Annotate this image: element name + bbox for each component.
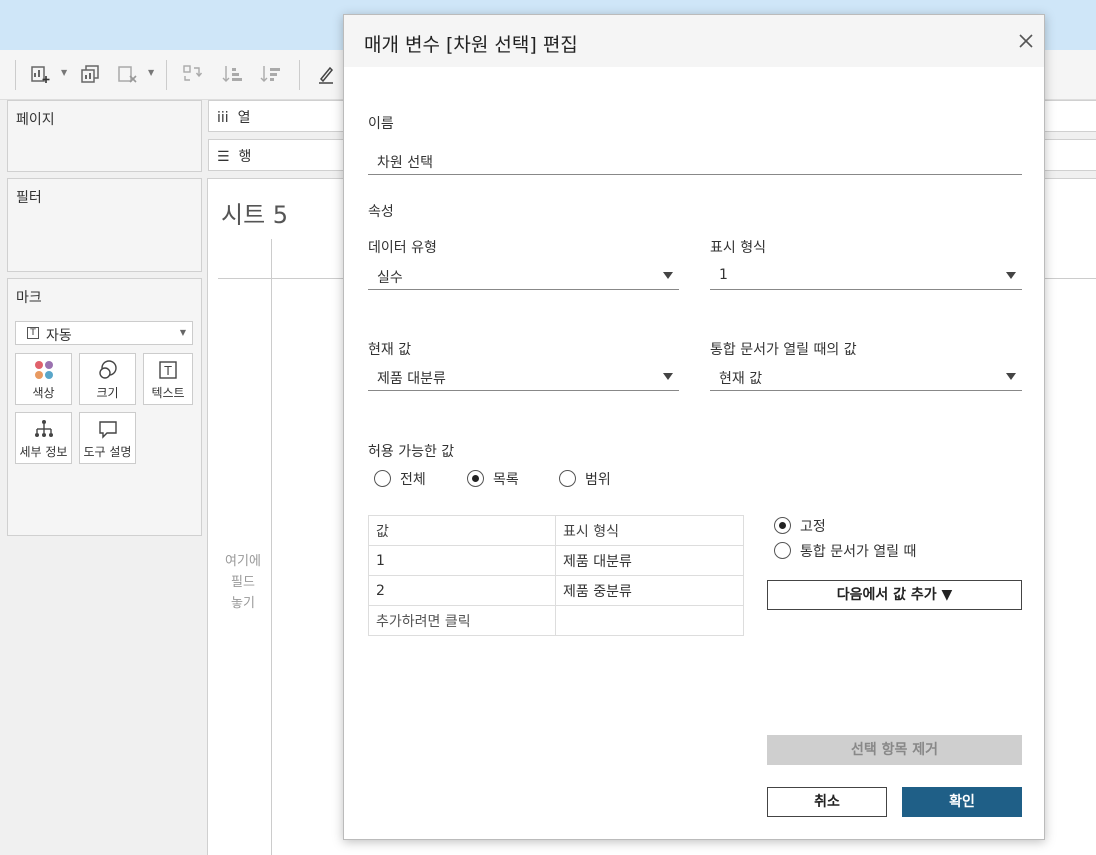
mark-card-label: 크기 [96, 386, 119, 400]
add-values-from-button[interactable]: 다음에서 값 추가 ▼ [767, 580, 1022, 610]
toolbar-separator [299, 60, 300, 90]
text-icon: T [27, 327, 39, 339]
on-open-value-select[interactable]: 현재 값 [710, 363, 1022, 391]
add-value-cell[interactable]: 추가하려면 클릭 [368, 605, 556, 636]
filters-panel[interactable]: 필터 [7, 178, 202, 272]
duplicate-icon[interactable] [78, 63, 102, 87]
current-value-label: 현재 값 [368, 342, 412, 358]
radio-label: 목록 [493, 472, 519, 488]
radio-circle-selected [774, 517, 791, 534]
mark-card-tooltip[interactable]: 도구 설명 [79, 412, 136, 464]
filters-panel-title: 필터 [16, 190, 42, 206]
mark-type-select[interactable]: T 자동 ▼ [15, 321, 193, 345]
on-open-value-value: 현재 값 [719, 371, 763, 387]
pages-panel-title: 페이지 [16, 112, 55, 128]
remove-selected-button[interactable]: 선택 항목 제거 [767, 735, 1022, 765]
display-format-select[interactable]: 1 [710, 262, 1022, 290]
marks-panel-title: 마크 [16, 290, 42, 306]
mark-type-value: 자동 [46, 328, 72, 344]
radio-label: 통합 문서가 열릴 때 [800, 544, 917, 560]
properties-label: 속성 [368, 204, 394, 220]
sort-descending-icon[interactable] [258, 63, 282, 87]
data-type-value: 실수 [377, 270, 403, 286]
swap-icon[interactable] [180, 63, 204, 87]
mark-card-label: 세부 정보 [19, 445, 68, 459]
table-cell-value[interactable]: 1 [368, 545, 556, 576]
mark-card-text[interactable]: T 텍스트 [143, 353, 193, 405]
text-icon: T [144, 359, 192, 381]
mark-card-label: 텍스트 [151, 386, 185, 400]
chevron-down-icon[interactable]: ▼ [148, 68, 154, 77]
current-value-select[interactable]: 제품 대분류 [368, 363, 679, 391]
mark-card-detail[interactable]: 세부 정보 [15, 412, 72, 464]
table-cell-value[interactable]: 2 [368, 575, 556, 606]
sheet-divider [271, 239, 272, 855]
name-label: 이름 [368, 116, 394, 132]
mark-card-label: 색상 [32, 386, 55, 400]
radio-label: 전체 [400, 472, 426, 488]
pages-panel[interactable]: 페이지 [7, 100, 202, 172]
toolbar-separator [166, 60, 167, 90]
cancel-button[interactable]: 취소 [767, 787, 887, 817]
drop-field-hint: 여기에 필드 놓기 [225, 554, 261, 611]
name-input[interactable]: 차원 선택 [368, 147, 1022, 175]
mark-card-color[interactable]: 색상 [15, 353, 72, 405]
ok-button[interactable]: 확인 [902, 787, 1022, 817]
rows-icon: ☰ [217, 149, 230, 165]
sheet-title: 시트 5 [221, 201, 289, 229]
color-dots-icon [16, 359, 71, 381]
toolbar-separator [15, 60, 16, 90]
table-cell-display[interactable]: 제품 중분류 [555, 575, 744, 606]
marks-panel: 마크 T 자동 ▼ 색상 크기 T 텍스트 세부 정보 도구 설명 [7, 278, 202, 536]
name-value: 차원 선택 [377, 155, 433, 171]
data-type-label: 데이터 유형 [368, 240, 437, 256]
rows-shelf-label: ☰ 행 [217, 149, 252, 165]
data-type-select[interactable]: 실수 [368, 262, 679, 290]
table-row[interactable]: 2 제품 중분류 [368, 575, 744, 606]
table-cell-display[interactable]: 제품 대분류 [555, 545, 744, 576]
chevron-down-icon [663, 272, 673, 279]
add-display-cell[interactable] [555, 605, 744, 636]
chevron-down-icon [1006, 373, 1016, 380]
detail-icon [16, 418, 71, 440]
add-value-row[interactable]: 추가하려면 클릭 [368, 605, 744, 636]
highlight-icon[interactable] [314, 63, 338, 87]
display-format-value: 1 [719, 267, 728, 283]
table-row[interactable]: 1 제품 대분류 [368, 545, 744, 576]
radio-label: 범위 [585, 472, 611, 488]
dialog-title: 매개 변수 [차원 선택] 편집 [364, 34, 578, 56]
table-header-row: 값 표시 형식 [368, 515, 744, 546]
current-value-value: 제품 대분류 [377, 371, 446, 387]
table-header-value[interactable]: 값 [368, 515, 556, 546]
svg-text:T: T [163, 364, 172, 378]
on-open-value-label: 통합 문서가 열릴 때의 값 [710, 342, 857, 358]
chevron-down-icon: ▼ [179, 328, 186, 337]
values-table: 값 표시 형식 1 제품 대분류 2 제품 중분류 추가하려면 클릭 [368, 515, 744, 636]
radio-circle [559, 470, 576, 487]
chevron-down-icon[interactable]: ▼ [61, 68, 67, 77]
dialog-header: 매개 변수 [차원 선택] 편집 [344, 15, 1044, 67]
chevron-down-icon [663, 373, 673, 380]
radio-label: 고정 [800, 519, 826, 535]
display-format-label: 표시 형식 [710, 240, 766, 256]
edit-parameter-dialog: 매개 변수 [차원 선택] 편집 이름 차원 선택 속성 데이터 유형 실수 표… [343, 14, 1045, 840]
close-icon[interactable] [1017, 32, 1035, 50]
table-header-display[interactable]: 표시 형식 [555, 515, 744, 546]
clear-sheet-icon[interactable] [115, 63, 139, 87]
columns-icon: iii [217, 110, 229, 126]
new-worksheet-icon[interactable] [28, 63, 52, 87]
size-icon [80, 359, 135, 381]
chevron-down-icon [1006, 272, 1016, 279]
radio-circle [774, 542, 791, 559]
mark-card-size[interactable]: 크기 [79, 353, 136, 405]
sort-ascending-icon[interactable] [220, 63, 244, 87]
columns-shelf-label: iii 열 [217, 110, 251, 126]
radio-circle-selected [467, 470, 484, 487]
mark-card-label: 도구 설명 [83, 445, 132, 459]
radio-circle [374, 470, 391, 487]
tooltip-icon [80, 418, 135, 440]
allowable-values-label: 허용 가능한 값 [368, 444, 455, 460]
